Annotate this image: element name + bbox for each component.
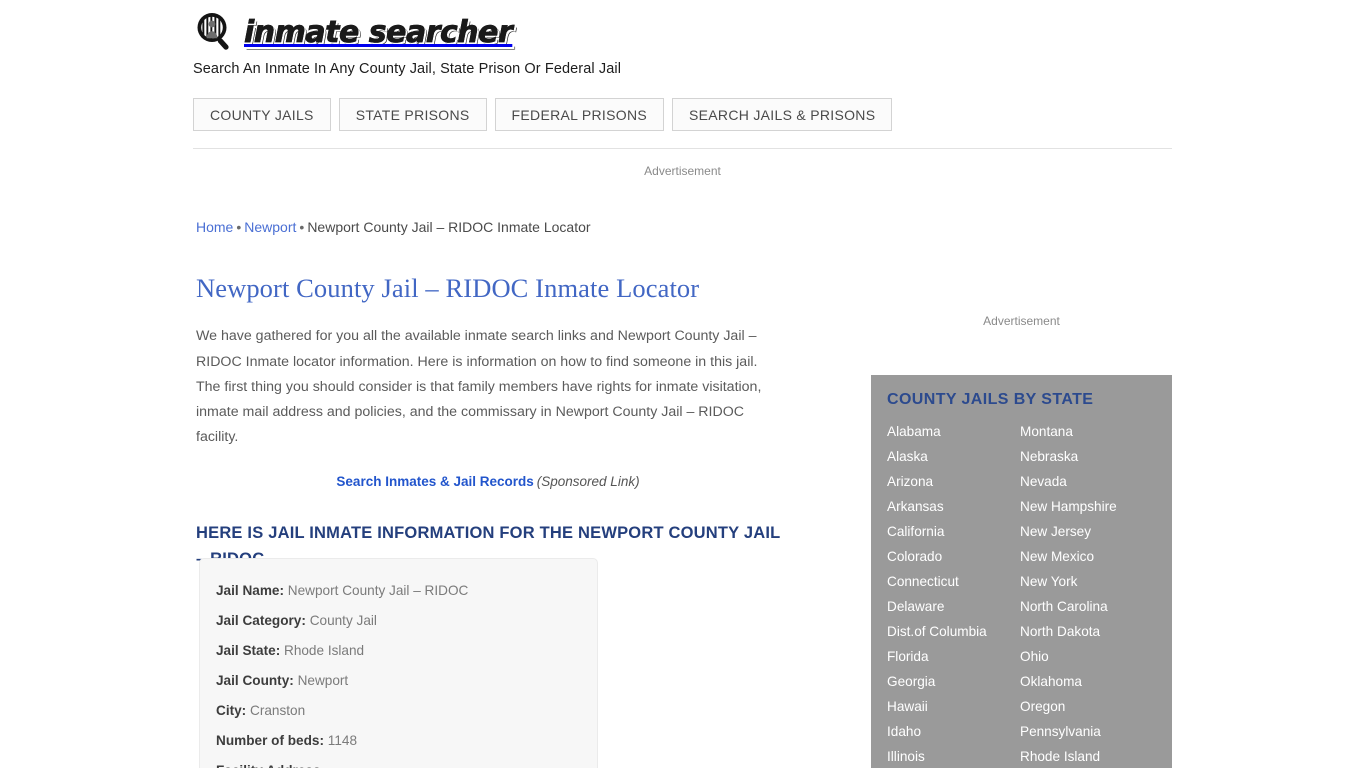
state-link-alaska[interactable]: Alaska bbox=[887, 444, 1020, 469]
state-link-ohio[interactable]: Ohio bbox=[1020, 644, 1156, 669]
state-link-connecticut[interactable]: Connecticut bbox=[887, 569, 1020, 594]
breadcrumb-newport[interactable]: Newport bbox=[244, 219, 296, 235]
magnifier-prison-bars-icon bbox=[193, 10, 237, 54]
info-value-number-of-beds: 1148 bbox=[327, 733, 358, 748]
sidebar-county-jails-widget: COUNTY JAILS BY STATE Alabama Montana Al… bbox=[871, 375, 1172, 768]
info-row-number-of-beds: Number of beds: 1148 bbox=[216, 726, 581, 756]
site-logo-text: inmate searcher bbox=[244, 15, 513, 50]
state-link-delaware[interactable]: Delaware bbox=[887, 594, 1020, 619]
info-value-jail-category: County Jail bbox=[309, 613, 377, 628]
info-value-jail-state: Rhode Island bbox=[284, 643, 365, 658]
breadcrumb-current: Newport County Jail – RIDOC Inmate Locat… bbox=[307, 219, 591, 235]
state-link-new-york[interactable]: New York bbox=[1020, 569, 1156, 594]
info-label-city: City: bbox=[216, 703, 247, 718]
info-label-jail-category: Jail Category: bbox=[216, 613, 306, 628]
state-link-georgia[interactable]: Georgia bbox=[887, 669, 1020, 694]
sidebar-widget-title: COUNTY JAILS BY STATE bbox=[887, 391, 1094, 408]
info-value-jail-county: Newport bbox=[297, 673, 349, 688]
state-link-florida[interactable]: Florida bbox=[887, 644, 1020, 669]
info-row-facility-address: Facility Address: bbox=[216, 756, 581, 768]
sponsored-link-row: Search Inmates & Jail Records (Sponsored … bbox=[196, 472, 780, 492]
advertisement-label-sidebar: Advertisement bbox=[983, 314, 1060, 328]
state-link-oregon[interactable]: Oregon bbox=[1020, 694, 1156, 719]
state-link-pennsylvania[interactable]: Pennsylvania bbox=[1020, 719, 1156, 744]
site-logo-link[interactable]: inmate searcher bbox=[193, 10, 1173, 54]
state-link-dist-of-columbia[interactable]: Dist.of Columbia bbox=[887, 619, 1020, 644]
nav-item-state-prisons[interactable]: STATE PRISONS bbox=[338, 98, 487, 131]
header-divider bbox=[193, 148, 1172, 149]
info-row-jail-county: Jail County: Newport bbox=[216, 666, 581, 696]
state-link-oklahoma[interactable]: Oklahoma bbox=[1020, 669, 1156, 694]
state-link-nebraska[interactable]: Nebraska bbox=[1020, 444, 1156, 469]
info-label-jail-county: Jail County: bbox=[216, 673, 294, 688]
info-row-jail-state: Jail State: Rhode Island bbox=[216, 636, 581, 666]
info-value-city: Cranston bbox=[250, 703, 306, 718]
info-label-number-of-beds: Number of beds: bbox=[216, 733, 324, 748]
nav-item-federal-prisons[interactable]: FEDERAL PRISONS bbox=[494, 98, 665, 131]
article-intro-paragraph: We have gathered for you all the availab… bbox=[196, 328, 762, 446]
main-content: Home • Newport • Newport County Jail – RIDOC… bbox=[196, 218, 796, 586]
state-link-hawaii[interactable]: Hawaii bbox=[887, 694, 1020, 719]
state-link-arkansas[interactable]: Arkansas bbox=[887, 494, 1020, 519]
info-label-jail-state: Jail State: bbox=[216, 643, 281, 658]
site-header: inmate searcher Search An Inmate In Any … bbox=[193, 10, 1173, 77]
state-link-north-dakota[interactable]: North Dakota bbox=[1020, 619, 1156, 644]
sponsored-search-link[interactable]: Search Inmates & Jail Records bbox=[336, 474, 533, 489]
state-link-new-jersey[interactable]: New Jersey bbox=[1020, 519, 1156, 544]
breadcrumb-home[interactable]: Home bbox=[196, 219, 233, 235]
jail-info-box: Jail Name: Newport County Jail – RIDOC J… bbox=[199, 558, 598, 768]
breadcrumb: Home • Newport • Newport County Jail – RIDOC… bbox=[196, 218, 796, 236]
main-navigation: COUNTY JAILS STATE PRISONS FEDERAL PRISO… bbox=[193, 98, 893, 131]
state-link-nevada[interactable]: Nevada bbox=[1020, 469, 1156, 494]
state-link-north-carolina[interactable]: North Carolina bbox=[1020, 594, 1156, 619]
state-link-california[interactable]: California bbox=[887, 519, 1020, 544]
state-link-new-hampshire[interactable]: New Hampshire bbox=[1020, 494, 1156, 519]
info-value-jail-name: Newport County Jail – RIDOC bbox=[287, 583, 469, 598]
sponsored-link-note: (Sponsored Link) bbox=[536, 474, 640, 490]
breadcrumb-separator-1: • bbox=[236, 219, 242, 235]
state-link-arizona[interactable]: Arizona bbox=[887, 469, 1020, 494]
nav-item-county-jails[interactable]: COUNTY JAILS bbox=[193, 98, 331, 131]
state-link-idaho[interactable]: Idaho bbox=[887, 719, 1020, 744]
state-link-illinois[interactable]: Illinois bbox=[887, 744, 1020, 768]
info-row-jail-name: Jail Name: Newport County Jail – RIDOC bbox=[216, 576, 581, 606]
info-label-jail-name: Jail Name: bbox=[216, 583, 285, 598]
page-root: inmate searcher Search An Inmate In Any … bbox=[0, 0, 1366, 768]
advertisement-label-top: Advertisement bbox=[644, 164, 721, 178]
info-label-facility-address: Facility Address: bbox=[216, 763, 325, 768]
site-tagline: Search An Inmate In Any County Jail, Sta… bbox=[193, 61, 622, 77]
state-link-new-mexico[interactable]: New Mexico bbox=[1020, 544, 1156, 569]
state-link-colorado[interactable]: Colorado bbox=[887, 544, 1020, 569]
state-link-montana[interactable]: Montana bbox=[1020, 419, 1156, 444]
breadcrumb-separator-2: • bbox=[299, 219, 305, 235]
state-links-grid: Alabama Montana Alaska Nebraska Arizona … bbox=[887, 419, 1156, 768]
nav-item-search-jails-prisons[interactable]: SEARCH JAILS & PRISONS bbox=[672, 98, 893, 131]
info-row-city: City: Cranston bbox=[216, 696, 581, 726]
state-link-rhode-island[interactable]: Rhode Island bbox=[1020, 744, 1156, 768]
info-row-jail-category: Jail Category: County Jail bbox=[216, 606, 581, 636]
state-link-alabama[interactable]: Alabama bbox=[887, 419, 1020, 444]
page-title: Newport County Jail – RIDOC Inmate Locat… bbox=[196, 273, 700, 303]
